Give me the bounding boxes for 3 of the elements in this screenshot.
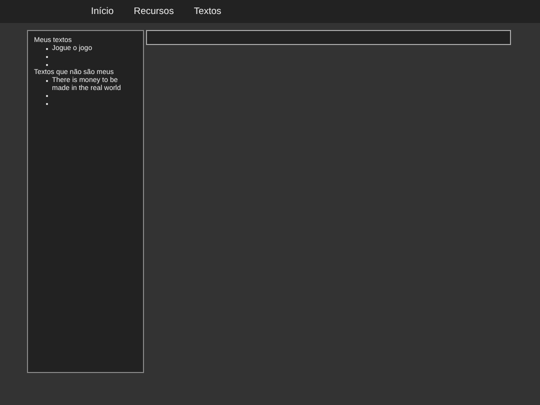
nav-link[interactable]: Início bbox=[91, 6, 114, 17]
nav-link[interactable]: Recursos bbox=[134, 6, 174, 17]
nav-link[interactable]: Textos bbox=[194, 6, 222, 17]
